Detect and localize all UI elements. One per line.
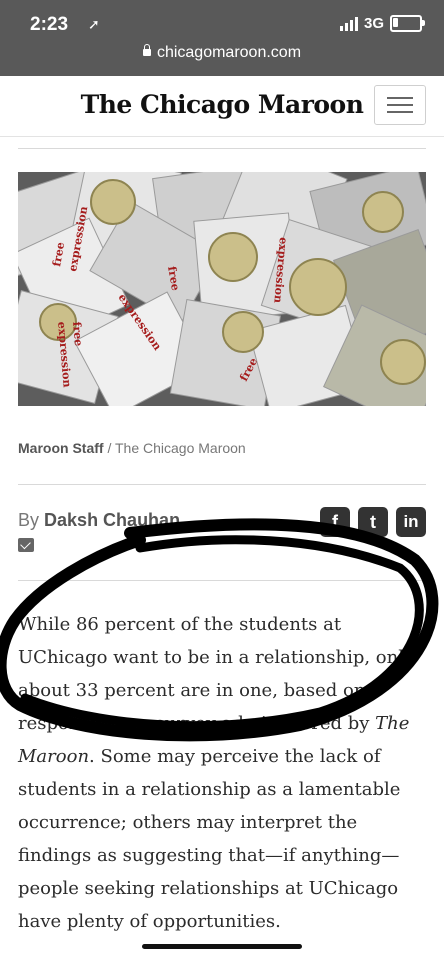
article-paragraph: While 86 percent of the students at UChi… (18, 608, 426, 938)
home-indicator[interactable] (142, 944, 302, 949)
url-bar[interactable]: chicagomaroon.com (0, 44, 444, 62)
status-indicators: 3G (339, 15, 425, 32)
author-link[interactable]: Daksh Chauhan (44, 510, 180, 530)
email-icon[interactable] (18, 538, 34, 552)
signal-icon (339, 16, 358, 31)
divider (18, 484, 426, 485)
article-photo[interactable]: free expression free expression free exp… (18, 172, 426, 406)
condom-packets-image: free expression free expression free exp… (18, 172, 426, 406)
byline: By Daksh Chauhan (18, 510, 180, 531)
site-header: The Chicago Maroon (0, 76, 444, 137)
divider (18, 148, 426, 149)
lock-icon (142, 44, 151, 56)
battery-icon (390, 15, 425, 32)
photo-credit-name[interactable]: Maroon Staff (18, 440, 104, 456)
linkedin-icon[interactable]: in (396, 507, 426, 537)
twitter-icon[interactable]: t (358, 507, 388, 537)
packet-text: free (70, 321, 85, 347)
status-time: 2:23 (30, 14, 69, 35)
divider (18, 580, 426, 581)
status-bar: 2:23 ➚ 3G chicagomaroon.com (0, 0, 444, 76)
photo-credit-source: The Chicago Maroon (114, 440, 246, 456)
menu-icon (387, 97, 413, 99)
article-body: While 86 percent of the students at UChi… (18, 608, 426, 938)
facebook-icon[interactable]: f (320, 507, 350, 537)
menu-button[interactable] (374, 85, 426, 125)
url-text: chicagomaroon.com (156, 44, 302, 61)
location-arrow-icon: ➚ (88, 16, 100, 32)
article-text: . Some may perceive the lack of students… (18, 746, 401, 932)
byline-prefix: By (18, 510, 40, 530)
network-type: 3G (363, 15, 384, 32)
article-text: While 86 percent of the students at UChi… (18, 614, 415, 734)
photo-credit: Maroon Staff / The Chicago Maroon (18, 440, 246, 456)
photo-credit-separator: / (103, 440, 115, 456)
